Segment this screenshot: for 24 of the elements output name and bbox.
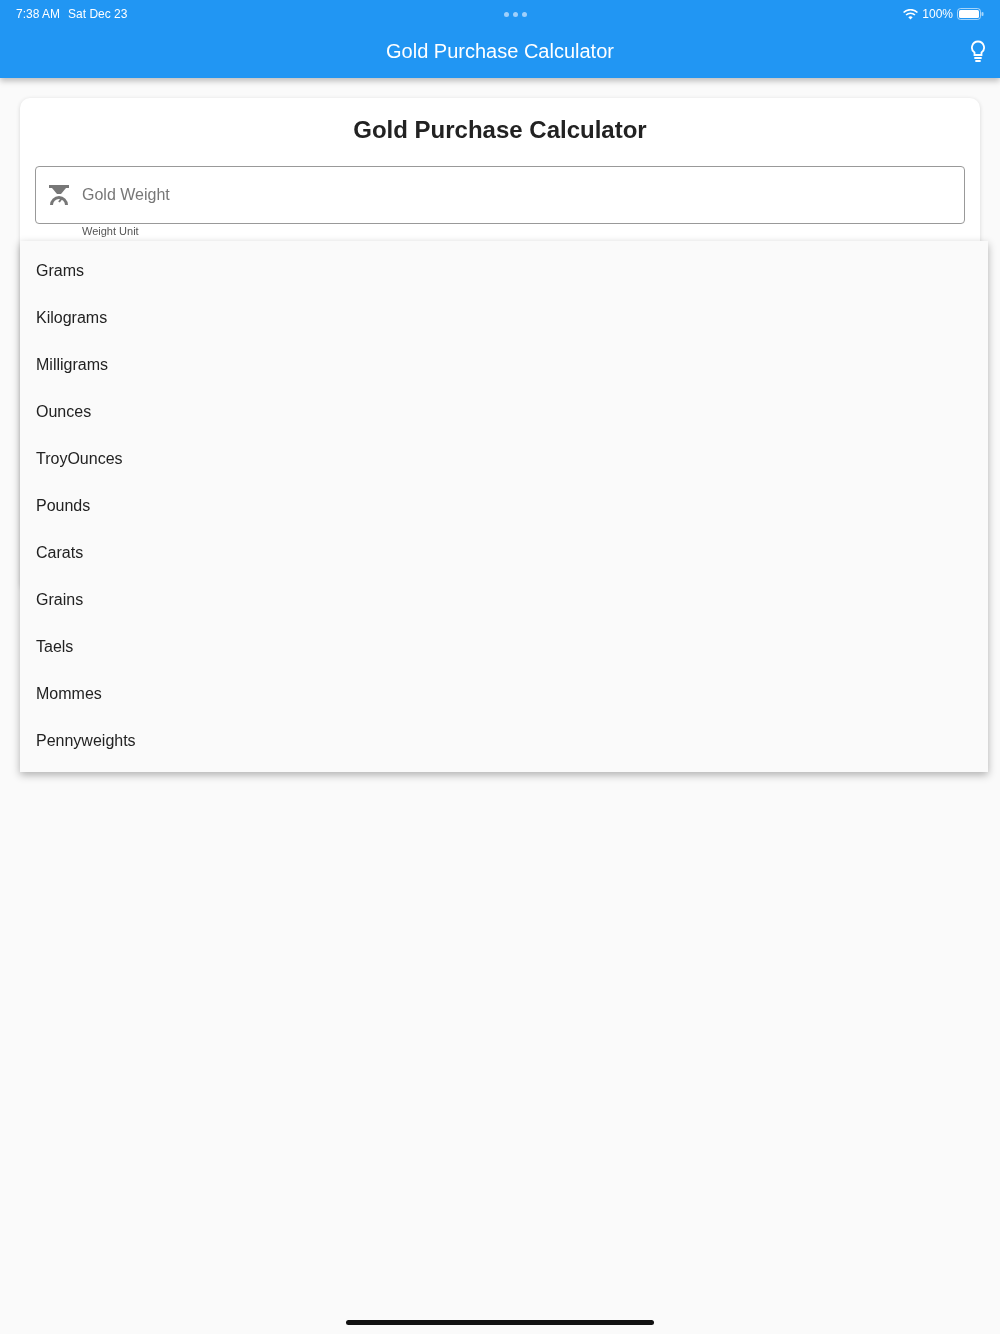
unit-option[interactable]: Carats bbox=[20, 529, 988, 576]
weight-unit-label: Weight Unit bbox=[82, 225, 139, 237]
unit-option[interactable]: Pounds bbox=[20, 482, 988, 529]
unit-option[interactable]: Grams bbox=[20, 247, 988, 294]
wifi-icon bbox=[903, 8, 919, 20]
unit-option[interactable]: Kilograms bbox=[20, 294, 988, 341]
unit-option[interactable]: Taels bbox=[20, 623, 988, 670]
unit-option[interactable]: Pennyweights bbox=[20, 717, 988, 764]
unit-option[interactable]: Ounces bbox=[20, 388, 988, 435]
multitasking-dots-icon[interactable] bbox=[503, 11, 527, 17]
unit-option[interactable]: TroyOunces bbox=[20, 435, 988, 482]
card-title: Gold Purchase Calculator bbox=[352, 115, 648, 145]
unit-option[interactable]: Mommes bbox=[20, 670, 988, 717]
lightbulb-icon[interactable] bbox=[970, 40, 986, 62]
weight-input-field[interactable]: Gold Weight bbox=[35, 166, 965, 224]
battery-percent: 100% bbox=[922, 6, 953, 23]
scale-icon bbox=[48, 185, 70, 205]
status-date: Sat Dec 23 bbox=[68, 6, 128, 23]
unit-option[interactable]: Grains bbox=[20, 576, 988, 623]
home-indicator[interactable] bbox=[346, 1320, 654, 1325]
battery-icon bbox=[957, 8, 984, 20]
unit-option[interactable]: Milligrams bbox=[20, 341, 988, 388]
app-bar-title: Gold Purchase Calculator bbox=[386, 39, 614, 64]
status-time: 7:38 AM bbox=[16, 6, 61, 23]
